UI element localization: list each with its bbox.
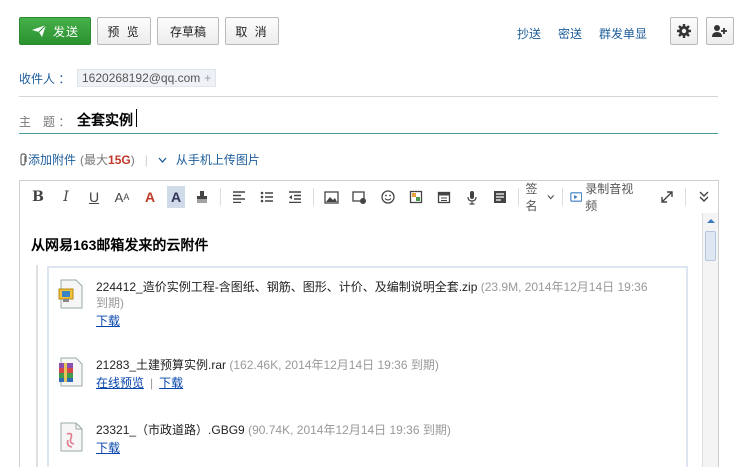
send-label: 发送: [52, 24, 79, 39]
link-separator: |: [150, 376, 154, 390]
toolbar-separator: [312, 188, 314, 206]
cloud-attachment-title: 从网易163邮箱发来的云附件: [31, 237, 209, 253]
attachment-name: 23321_（市政道路）.GBG9 (90.74K, 2014年12月14日 1…: [96, 423, 451, 437]
emoji-icon[interactable]: [377, 186, 399, 208]
cloud-attachment-box: 224412_造价实例工程-含图纸、钢筋、图形、计价、及编制说明全套.zip (…: [47, 266, 688, 467]
separate-send-link[interactable]: 群发单显: [599, 25, 647, 42]
font-color-icon[interactable]: A: [139, 186, 161, 208]
align-left-icon[interactable]: [228, 186, 250, 208]
attachment-links: 在线预览 | 下载: [96, 374, 183, 391]
compose-toolbar: 发送 预 览 存草稿 取 消 抄送 密送 群发单显: [0, 0, 744, 62]
toolbar-separator: [685, 188, 687, 206]
attachment-links: 下载: [96, 439, 120, 456]
message-body[interactable]: 从网易163邮箱发来的云附件 224412_造价实例工程-含图纸、钢筋、图形、计…: [20, 213, 702, 467]
record-label: 录制音视频: [585, 182, 634, 213]
chevron-down-icon[interactable]: [158, 157, 167, 163]
record-video-button[interactable]: 录制音视频: [570, 182, 635, 213]
settings-button[interactable]: [670, 17, 698, 45]
mobile-upload-link[interactable]: 从手机上传图片: [176, 151, 260, 168]
attachment-meta: (162.46K, 2014年12月14日 19:36 到期): [229, 358, 439, 372]
editor-toolbar: B I U AA A A 签名 录制音视频: [20, 181, 718, 213]
scroll-up-icon[interactable]: [705, 215, 717, 227]
cancel-button[interactable]: 取 消: [225, 17, 279, 45]
highlight-icon[interactable]: A: [167, 186, 185, 208]
generic-file-icon: [57, 422, 85, 452]
bold-icon[interactable]: B: [27, 186, 49, 208]
recipient-email: 1620268192@qq.com: [82, 71, 201, 85]
recipient-chip[interactable]: 1620268192@qq.com +: [77, 69, 217, 87]
underline-icon[interactable]: U: [83, 186, 105, 208]
separator: |: [144, 152, 148, 167]
recipient-label: 收件人 ：: [19, 72, 71, 86]
preview-button[interactable]: 预 览: [97, 17, 151, 45]
send-icon: [31, 24, 47, 37]
zip-file-icon: [57, 279, 85, 309]
text-caret: [136, 109, 137, 127]
add-contact-button[interactable]: [706, 17, 734, 45]
calendar-icon[interactable]: [433, 186, 455, 208]
expand-icon[interactable]: [656, 186, 678, 208]
format-painter-icon[interactable]: [191, 186, 213, 208]
subject-input[interactable]: 全套实例: [77, 110, 133, 130]
attachment-links: 下载: [96, 312, 120, 329]
scroll-thumb[interactable]: [705, 231, 716, 261]
signature-label: 签名: [525, 182, 538, 213]
editor-scrollbar[interactable]: [702, 213, 718, 467]
toolbar-separator: [220, 188, 221, 206]
gear-icon: [677, 24, 691, 38]
attachment-name: 21283_土建预算实例.rar (162.46K, 2014年12月14日 1…: [96, 358, 439, 372]
toolbar-separator: [561, 188, 563, 206]
subject-underline: [19, 133, 718, 134]
bcc-link[interactable]: 密送: [558, 25, 582, 42]
save-draft-button[interactable]: 存草稿: [157, 17, 219, 45]
cc-link[interactable]: 抄送: [517, 25, 541, 42]
divider: [19, 96, 718, 97]
screenshot-icon[interactable]: [349, 186, 371, 208]
quote-bar: [36, 265, 38, 467]
add-recipient-icon[interactable]: +: [204, 71, 211, 85]
download-link[interactable]: 下载: [96, 314, 120, 328]
download-link[interactable]: 下载: [96, 441, 120, 455]
microphone-icon[interactable]: [461, 186, 483, 208]
attachment-name: 224412_造价实例工程-含图纸、钢筋、图形、计价、及编制说明全套.zip (…: [96, 280, 648, 310]
signature-dropdown[interactable]: 签名: [526, 182, 555, 213]
rar-file-icon: [57, 357, 85, 387]
font-size-icon[interactable]: AA: [111, 186, 133, 208]
collapse-toolbar-icon[interactable]: [693, 186, 715, 208]
send-button[interactable]: 发送: [19, 17, 91, 45]
paperclip-icon: [20, 153, 27, 166]
bullet-list-icon[interactable]: [256, 186, 278, 208]
online-preview-link[interactable]: 在线预览: [96, 376, 144, 390]
download-link[interactable]: 下载: [159, 376, 183, 390]
rich-text-editor: B I U AA A A 签名 录制音视频 从网易163邮箱发来的云附件 224…: [19, 180, 719, 467]
italic-icon[interactable]: I: [55, 186, 77, 208]
max-size-value: 15G: [108, 153, 131, 167]
add-attachment-link[interactable]: 添加附件: [28, 151, 76, 168]
image-icon[interactable]: [321, 186, 343, 208]
attachment-meta: (90.74K, 2014年12月14日 19:36 到期): [248, 423, 451, 437]
outdent-icon[interactable]: [284, 186, 306, 208]
add-user-icon: [712, 25, 727, 37]
video-camera-icon: [570, 192, 582, 202]
max-size-note: (最大15G): [80, 153, 135, 167]
stationery-icon[interactable]: [405, 186, 427, 208]
attachment-bar: 添加附件 (最大15G) | 从手机上传图片: [19, 151, 260, 168]
toolbar-separator: [517, 188, 519, 206]
letter-template-icon[interactable]: [489, 186, 511, 208]
chevron-down-icon: [547, 194, 555, 200]
subject-label: 主 题 ：: [19, 115, 71, 129]
